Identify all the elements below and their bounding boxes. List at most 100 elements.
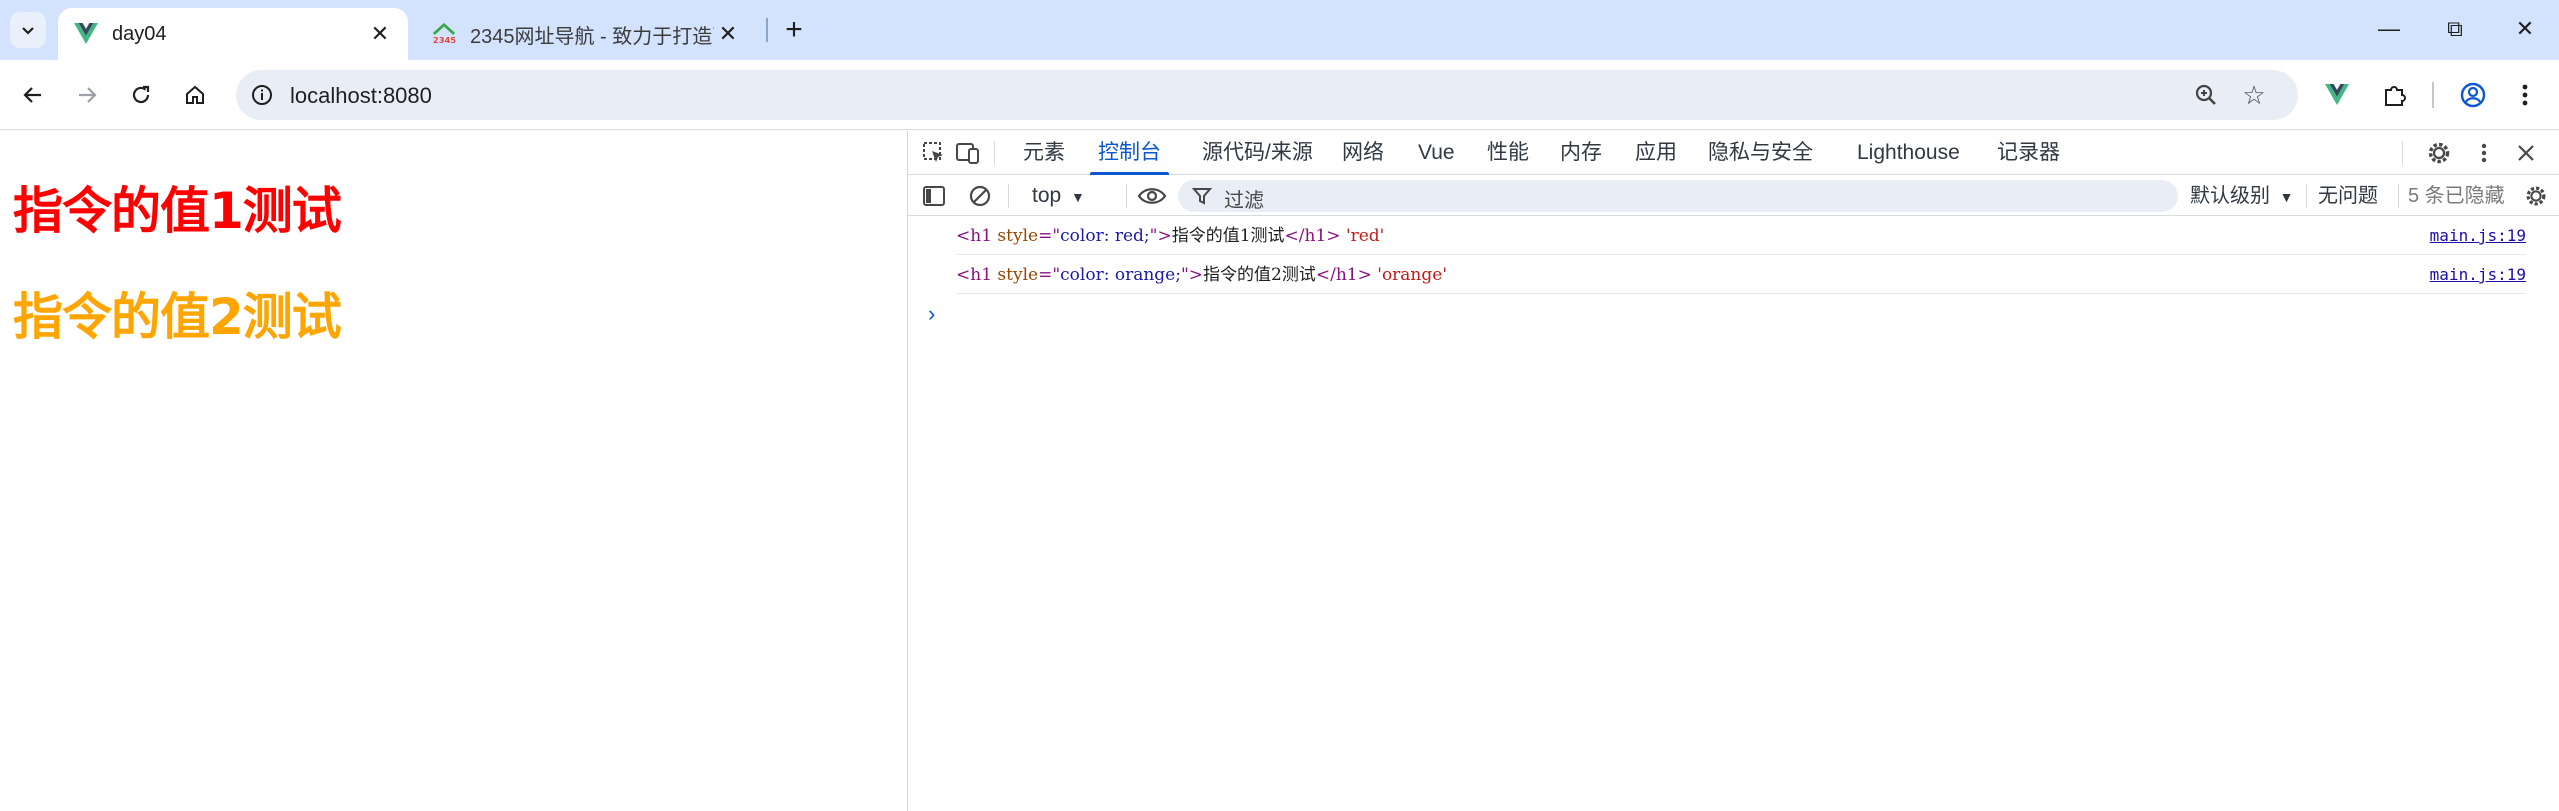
device-toolbar-icon[interactable] (952, 137, 984, 169)
devtools-tab-network[interactable]: 网络 (1342, 131, 1384, 175)
console-sidebar-toggle-icon[interactable] (918, 180, 950, 212)
zoom-icon[interactable] (2192, 81, 2220, 109)
dropdown-arrow-icon: ▼ (2279, 189, 2294, 205)
console-attr-eq: =" (1038, 265, 1061, 285)
svg-text:2345: 2345 (433, 35, 456, 45)
minimize-button[interactable]: — (2354, 0, 2424, 58)
devtools-tab-vue[interactable]: Vue (1418, 131, 1455, 175)
console-message[interactable]: <h1 style="color: orange;">指令的值2测试</h1> … (956, 256, 2526, 294)
hidden-messages-count: 5 条已隐藏 (2408, 185, 2505, 207)
console-end-tag: </h1> (1284, 226, 1341, 246)
devtools-tab-privacy-security[interactable]: 隐私与安全 (1708, 131, 1813, 175)
new-tab-button[interactable]: + (776, 12, 812, 48)
restore-button[interactable]: ⧉ (2420, 0, 2490, 58)
close-devtools-icon[interactable] (2510, 137, 2542, 169)
address-bar[interactable]: localhost:8080 ☆ (236, 70, 2298, 120)
arrow-left-icon (23, 87, 41, 103)
close-tab-icon[interactable]: ✕ (714, 20, 742, 48)
profile-avatar-icon[interactable] (2454, 76, 2492, 114)
devtools-tab-application[interactable]: 应用 (1635, 131, 1677, 175)
console-attr-name: style (992, 265, 1039, 285)
dropdown-arrow-icon: ▼ (1071, 189, 1085, 205)
forward-button[interactable] (68, 76, 106, 114)
devtools-separator (1126, 184, 1127, 208)
console-end-tag: </h1> (1315, 265, 1372, 285)
console-source-link[interactable]: main.js:19 (2430, 256, 2526, 294)
back-button[interactable] (14, 76, 52, 114)
inspect-element-icon[interactable] (918, 137, 950, 169)
console-toolbar: top ▼ 过滤 默认级别 ▼ 无问题 5 条已隐藏 (908, 176, 2559, 216)
devtools-tab-elements[interactable]: 元素 (1023, 131, 1065, 175)
devtools-more-menu-icon[interactable] (2468, 137, 2500, 169)
console-tag-open: <h1 (956, 226, 993, 246)
tab-title: day04 (112, 22, 167, 45)
console-message[interactable]: <h1 style="color: red;">指令的值1测试</h1> 're… (956, 217, 2526, 255)
reload-icon (132, 85, 150, 104)
devtools-separator (1008, 184, 1009, 208)
console-attr-name: style (992, 226, 1039, 246)
context-selector-value: top (1032, 184, 1062, 207)
devtools-tab-sources[interactable]: 源代码/来源 (1202, 131, 1313, 175)
browser-toolbar: localhost:8080 ☆ (0, 60, 2559, 130)
devtools-tab-bar: 元素 控制台 源代码/来源 网络 Vue 性能 内存 应用 隐私与安全 Ligh… (908, 131, 2559, 175)
console-element-text: 指令的值1测试 (1171, 226, 1285, 246)
vue-icon (74, 22, 98, 46)
devtools-separator (994, 141, 995, 165)
issues-count[interactable]: 无问题 (2318, 180, 2378, 212)
devtools-panel: 元素 控制台 源代码/来源 网络 Vue 性能 内存 应用 隐私与安全 Ligh… (907, 131, 2559, 811)
console-prompt-chevron-icon[interactable]: › (928, 301, 935, 327)
bookmark-star-icon[interactable]: ☆ (2240, 80, 2268, 110)
page-viewport: 指令的值1测试 指令的值2测试 (0, 131, 907, 811)
console-filter-input[interactable]: 过滤 (1178, 180, 2178, 212)
filter-placeholder: 过滤 (1224, 190, 1264, 212)
toolbar-separator (2432, 82, 2434, 108)
tab-2345[interactable]: 2345 2345网址导航 - 致力于打造百年 ✕ (416, 8, 756, 60)
tab-title: 2345网址导航 - 致力于打造百年 (470, 25, 714, 48)
console-string-arg: 'red' (1345, 226, 1385, 246)
console-element-text: 指令的值2测试 (1203, 265, 1316, 285)
site-info-icon[interactable] (248, 81, 276, 109)
address-text[interactable]: localhost:8080 (290, 83, 432, 109)
live-expression-eye-icon[interactable] (1136, 180, 1168, 212)
tab-search-button[interactable] (10, 12, 46, 48)
context-selector[interactable]: top ▼ (1032, 180, 1085, 212)
vue-devtools-extension-icon[interactable] (2318, 76, 2356, 114)
tab-day04[interactable]: day04 ✕ (58, 8, 408, 60)
heading-directive-1: 指令的值1测试 (13, 182, 342, 240)
arrow-right-icon (79, 87, 97, 103)
console-tag-open: <h1 (956, 265, 993, 285)
browser-menu-icon[interactable] (2506, 76, 2544, 114)
home-icon (186, 85, 204, 104)
devtools-separator (2306, 184, 2307, 208)
console-settings-gear-icon[interactable] (2520, 180, 2552, 212)
console-attr-value: color: red; (1060, 226, 1150, 246)
tab-separator (766, 18, 768, 42)
devtools-settings-gear-icon[interactable] (2423, 137, 2455, 169)
chevron-down-icon (10, 12, 46, 48)
tab-strip: day04 ✕ 2345 2345网址导航 - 致力于打造百年 ✕ + — ⧉ … (0, 0, 2559, 60)
log-levels-label: 默认级别 (2190, 185, 2270, 207)
console-string-arg: 'orange' (1377, 265, 1448, 285)
devtools-tab-console[interactable]: 控制台 (1090, 131, 1169, 175)
devtools-separator (2398, 184, 2399, 208)
devtools-tab-memory[interactable]: 内存 (1560, 131, 1602, 175)
reload-button[interactable] (122, 76, 160, 114)
home-button[interactable] (176, 76, 214, 114)
extensions-puzzle-icon[interactable] (2376, 76, 2414, 114)
close-window-button[interactable]: ✕ (2490, 0, 2559, 58)
clear-console-icon[interactable] (964, 180, 996, 212)
log-levels-dropdown[interactable]: 默认级别 ▼ (2190, 180, 2293, 212)
filter-funnel-icon (1191, 186, 1213, 206)
heading-directive-2: 指令的值2测试 (13, 288, 342, 346)
devtools-tab-recorder[interactable]: 记录器 (1997, 131, 2060, 175)
console-tag-close: "> (1180, 265, 1204, 285)
devtools-separator (2402, 141, 2403, 165)
console-source-link[interactable]: main.js:19 (2430, 217, 2526, 255)
devtools-tab-lighthouse[interactable]: Lighthouse (1857, 131, 1960, 175)
console-tag-close: "> (1149, 226, 1172, 246)
console-attr-eq: =" (1038, 226, 1061, 246)
2345-icon: 2345 (432, 22, 456, 46)
close-tab-icon[interactable]: ✕ (366, 20, 394, 48)
console-attr-value: color: orange; (1060, 265, 1181, 285)
devtools-tab-performance[interactable]: 性能 (1487, 131, 1529, 175)
